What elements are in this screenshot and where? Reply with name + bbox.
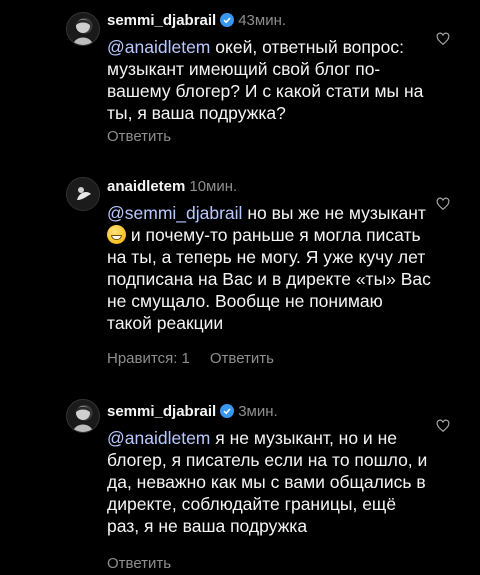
- comment-actions: Нравится: 1 Ответить: [107, 350, 274, 367]
- timestamp: 43мин.: [238, 12, 287, 29]
- mention-link[interactable]: @semmi_djabrail: [107, 203, 242, 223]
- comment-header: anaidletem 10мин.: [107, 178, 237, 195]
- likes-count[interactable]: Нравится: 1: [107, 350, 190, 367]
- username[interactable]: semmi_djabrail: [107, 403, 216, 420]
- mention-link[interactable]: @anaidletem: [107, 37, 210, 57]
- reply-button[interactable]: Ответить: [210, 350, 274, 367]
- reply-button[interactable]: Ответить: [107, 128, 171, 145]
- comment-text-part: но вы же не музыкант: [242, 203, 426, 223]
- reply-button[interactable]: Ответить: [107, 555, 171, 572]
- avatar[interactable]: [66, 12, 100, 46]
- comment-text-part: и почему-то раньше я могла писать на ты,…: [107, 225, 431, 333]
- comment-text: @anaidletem я не музыкант, но и не блоге…: [107, 427, 432, 537]
- timestamp: 3мин.: [238, 403, 278, 420]
- timestamp: 10мин.: [189, 178, 238, 195]
- comment-header: semmi_djabrail 43мин.: [107, 12, 286, 31]
- comment-actions: Ответить: [107, 128, 171, 145]
- comment-text: @semmi_djabrail но вы же не музыкант и п…: [107, 202, 432, 334]
- avatar[interactable]: [66, 177, 100, 211]
- heart-outline-icon[interactable]: [436, 419, 450, 433]
- verified-badge-icon: [220, 404, 235, 422]
- verified-badge-icon: [220, 13, 235, 31]
- avatar[interactable]: [66, 399, 100, 433]
- comment-actions: Ответить: [107, 555, 171, 572]
- comment-text: @anaidletem окей, ответный вопрос: музык…: [107, 36, 432, 124]
- username[interactable]: anaidletem: [107, 178, 185, 195]
- username[interactable]: semmi_djabrail: [107, 12, 216, 29]
- comment-header: semmi_djabrail 3мин.: [107, 403, 278, 422]
- mention-link[interactable]: @anaidletem: [107, 428, 210, 448]
- heart-outline-icon[interactable]: [436, 32, 450, 46]
- heart-outline-icon[interactable]: [436, 197, 450, 211]
- grinning-sweat-emoji: [107, 225, 126, 244]
